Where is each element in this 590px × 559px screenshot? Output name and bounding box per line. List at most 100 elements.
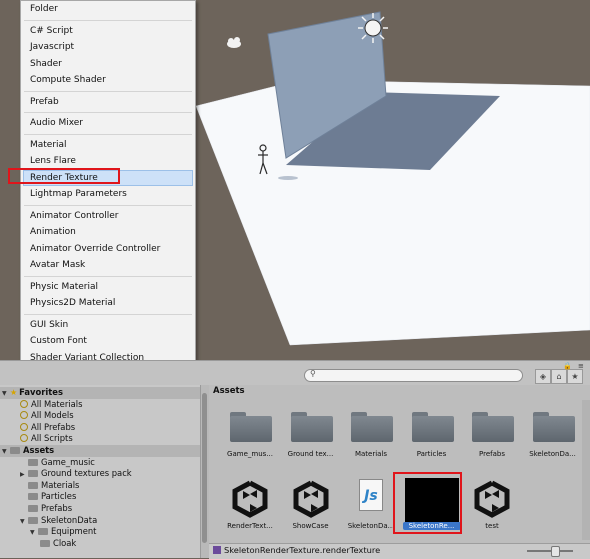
menu-item-label: GUI Skin — [30, 319, 69, 330]
tree-item-equipment[interactable]: ▼ Equipment — [0, 526, 200, 538]
render-texture-icon — [213, 546, 221, 554]
folder-icon — [28, 481, 38, 489]
assets-breadcrumb[interactable]: Assets — [213, 386, 245, 396]
folder-icon — [411, 412, 454, 442]
menu-item-javascript[interactable]: Javascript — [21, 39, 195, 56]
menu-item-custom-font[interactable]: Custom Font — [21, 333, 195, 350]
star-icon[interactable]: ★ — [567, 369, 583, 384]
menu-item-physics2d-material[interactable]: Physics2D Material — [21, 295, 195, 312]
menu-item-compute-shader[interactable]: Compute Shader — [21, 72, 195, 89]
tree-item-label: Particles — [41, 491, 77, 502]
filter-by-type-button[interactable]: ◈ — [535, 369, 551, 384]
folder-icon — [38, 528, 48, 536]
javascript-file-icon: Js — [359, 479, 383, 511]
tree-item-all-materials[interactable]: All Materials — [0, 399, 200, 411]
tree-item-favorites[interactable]: ▼ ★ Favorites — [0, 387, 200, 399]
tree-scrollbar[interactable] — [200, 385, 209, 558]
menu-item-label: Prefab — [30, 96, 59, 107]
panel-menu-icon[interactable]: ≡ — [578, 362, 584, 370]
tree-item-label: Prefabs — [41, 503, 73, 513]
menu-item-material[interactable]: Material — [21, 137, 195, 154]
tree-item-game-music[interactable]: Game_music — [0, 457, 200, 469]
asset-prefabs-folder[interactable]: Prefabs — [459, 404, 525, 462]
tree-scroll-thumb[interactable] — [202, 393, 207, 543]
asset-label: ShowCase — [292, 522, 329, 530]
menu-item-label: Custom Font — [30, 336, 87, 346]
tree-item-label: Cloak — [53, 537, 77, 548]
menu-item-animation[interactable]: Animation — [21, 224, 195, 241]
asset-showcase-unity[interactable]: ShowCase — [278, 476, 344, 534]
menu-item-physic-material[interactable]: Physic Material — [21, 279, 195, 296]
cloud-icon — [227, 37, 241, 48]
status-path: SkeletonRenderTexture.renderTexture — [213, 545, 380, 555]
asset-materials-folder[interactable]: Materials — [338, 404, 404, 462]
folder-icon — [532, 412, 575, 442]
menu-item-c-script[interactable]: C# Script — [21, 23, 195, 40]
tree-item-all-scripts[interactable]: All Scripts — [0, 433, 200, 445]
tree-item-label: All Prefabs — [31, 421, 76, 432]
asset-label: Materials — [354, 450, 388, 458]
asset-particles-folder[interactable]: Particles — [399, 404, 465, 462]
menu-item-avatar-mask[interactable]: Avatar Mask — [21, 257, 195, 274]
tree-item-all-models[interactable]: All Models — [0, 410, 200, 422]
unity-logo-icon — [292, 480, 330, 521]
menu-item-animator-controller[interactable]: Animator Controller — [21, 208, 195, 225]
asset-rendertext-unity[interactable]: RenderText... — [217, 476, 283, 534]
folder-icon — [472, 412, 514, 442]
menu-separator — [24, 133, 192, 135]
menu-item-gui-skin[interactable]: GUI Skin — [21, 317, 195, 334]
tree-item-assets[interactable]: ▼ Assets — [0, 445, 200, 457]
menu-separator — [24, 313, 192, 315]
menu-item-label: Material — [30, 139, 67, 150]
search-input[interactable]: ⚲ — [304, 369, 523, 382]
menu-item-prefab[interactable]: Prefab — [21, 94, 195, 111]
menu-item-shader[interactable]: Shader — [21, 56, 195, 73]
search-icon — [20, 434, 28, 443]
tag-icon[interactable]: ⌂ — [551, 369, 567, 384]
search-icon — [20, 411, 28, 420]
status-bar: SkeletonRenderTexture.renderTexture — [209, 543, 590, 559]
folder-icon — [28, 493, 38, 501]
tree-item-prefabs[interactable]: Prefabs — [0, 503, 200, 515]
menu-item-label: Physics2D Material — [30, 298, 116, 308]
menu-item-audio-mixer[interactable]: Audio Mixer — [21, 115, 195, 132]
tree-item-label: Favorites — [19, 387, 63, 397]
folder-icon — [230, 412, 272, 442]
unity-logo-icon — [231, 480, 269, 521]
folder-icon — [40, 539, 50, 547]
folder-icon — [290, 412, 333, 442]
tree-item-particles[interactable]: Particles — [0, 491, 200, 503]
lock-icon[interactable]: 🔒 — [563, 362, 572, 370]
tree-item-materials[interactable]: Materials — [0, 480, 200, 492]
menu-item-label: Folder — [30, 4, 58, 14]
grid-scrollbar[interactable] — [582, 400, 590, 540]
menu-item-label: Shader — [30, 58, 62, 69]
menu-item-label: Audio Mixer — [30, 118, 83, 128]
menu-item-label: Animation — [30, 227, 76, 237]
tree-item-all-prefabs[interactable]: All Prefabs — [0, 422, 200, 434]
menu-item-folder[interactable]: Folder — [21, 1, 195, 18]
asset-label: Ground tex... — [287, 450, 334, 458]
folder-icon — [28, 458, 38, 466]
sun-icon — [358, 13, 388, 43]
asset-skeletonda-folder[interactable]: SkeletonDa... — [520, 404, 586, 462]
menu-separator — [24, 112, 192, 113]
asset-game-mus-folder[interactable]: Game_mus... — [217, 404, 283, 462]
folder-icon — [351, 412, 393, 442]
tree-item-label: All Scripts — [31, 433, 73, 444]
tree-item-ground-textures-pack[interactable]: ▶ Ground textures pack — [0, 468, 200, 480]
icon-size-slider[interactable] — [527, 550, 573, 552]
menu-separator — [24, 204, 192, 206]
asset-label: Game_mus... — [227, 450, 273, 458]
menu-item-lightmap-parameters[interactable]: Lightmap Parameters — [21, 186, 195, 203]
tree-item-cloak[interactable]: Cloak — [0, 538, 200, 550]
tree-item-label: Materials — [41, 479, 80, 490]
folder-icon — [28, 516, 38, 524]
asset-ground-tex-folder[interactable]: Ground tex... — [278, 404, 344, 462]
asset-test-unity[interactable]: test — [459, 476, 525, 534]
icon-size-slider-knob[interactable] — [551, 546, 560, 557]
tree-item-label: Assets — [23, 445, 55, 455]
tree-item-label: Equipment — [51, 526, 97, 537]
tree-item-skeletondata[interactable]: ▼ SkeletonData — [0, 515, 200, 527]
menu-item-animator-override-controller[interactable]: Animator Override Controller — [21, 241, 195, 258]
